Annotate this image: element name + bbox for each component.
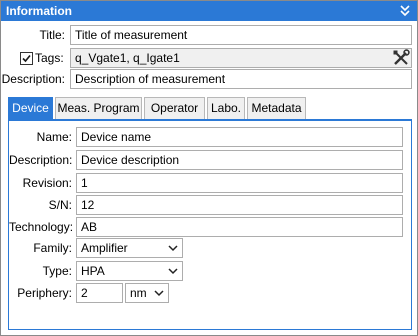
- device-description-field[interactable]: Device description: [76, 150, 403, 170]
- information-panel: Information Title: Title of measurement …: [0, 0, 418, 336]
- type-select[interactable]: HPA: [76, 261, 183, 281]
- periphery-unit-select[interactable]: nm: [125, 283, 169, 303]
- periphery-field[interactable]: 2: [76, 283, 123, 303]
- sn-label: S/N:: [48, 198, 72, 212]
- tab-meas-program[interactable]: Meas. Program: [55, 97, 142, 119]
- periphery-unit-value: nm: [130, 286, 147, 300]
- title-field[interactable]: Title of measurement: [70, 25, 412, 45]
- double-chevron-down-icon[interactable]: [399, 1, 411, 21]
- device-name-field[interactable]: Device name: [76, 127, 403, 147]
- tab-metadata[interactable]: Metadata: [247, 97, 306, 119]
- panel-title: Information: [6, 4, 72, 18]
- type-label: Type:: [42, 264, 72, 278]
- revision-label: Revision:: [22, 176, 72, 190]
- revision-field[interactable]: 1: [76, 173, 403, 193]
- panel-titlebar[interactable]: Information: [1, 1, 417, 21]
- description-label: Description:: [1, 72, 65, 86]
- device-name-label: Name:: [36, 130, 72, 144]
- tags-checkbox[interactable]: [20, 52, 33, 65]
- family-select[interactable]: Amplifier: [76, 238, 183, 258]
- tools-icon[interactable]: [392, 49, 410, 67]
- family-select-value: Amplifier: [81, 241, 128, 255]
- periphery-label: Periphery:: [17, 286, 72, 300]
- family-label: Family:: [33, 241, 72, 255]
- device-description-label: Description:: [9, 153, 73, 167]
- chevron-down-icon: [153, 284, 165, 302]
- tags-label: Tags:: [35, 51, 64, 65]
- tab-device[interactable]: Device: [8, 97, 53, 119]
- technology-label: Technology:: [9, 220, 74, 234]
- sn-field[interactable]: 12: [76, 195, 403, 215]
- chevron-down-icon: [167, 239, 179, 257]
- type-select-value: HPA: [81, 264, 105, 278]
- title-label: Title:: [39, 28, 65, 42]
- description-field[interactable]: Description of measurement: [70, 69, 412, 89]
- chevron-down-icon: [167, 262, 179, 280]
- tags-field[interactable]: q_Vgate1, q_Igate1: [70, 48, 412, 68]
- device-tab-panel: Name: Device name Description: Device de…: [8, 119, 412, 330]
- tab-labo[interactable]: Labo.: [207, 97, 245, 119]
- tab-operator[interactable]: Operator: [144, 97, 205, 119]
- technology-field[interactable]: AB: [76, 217, 403, 237]
